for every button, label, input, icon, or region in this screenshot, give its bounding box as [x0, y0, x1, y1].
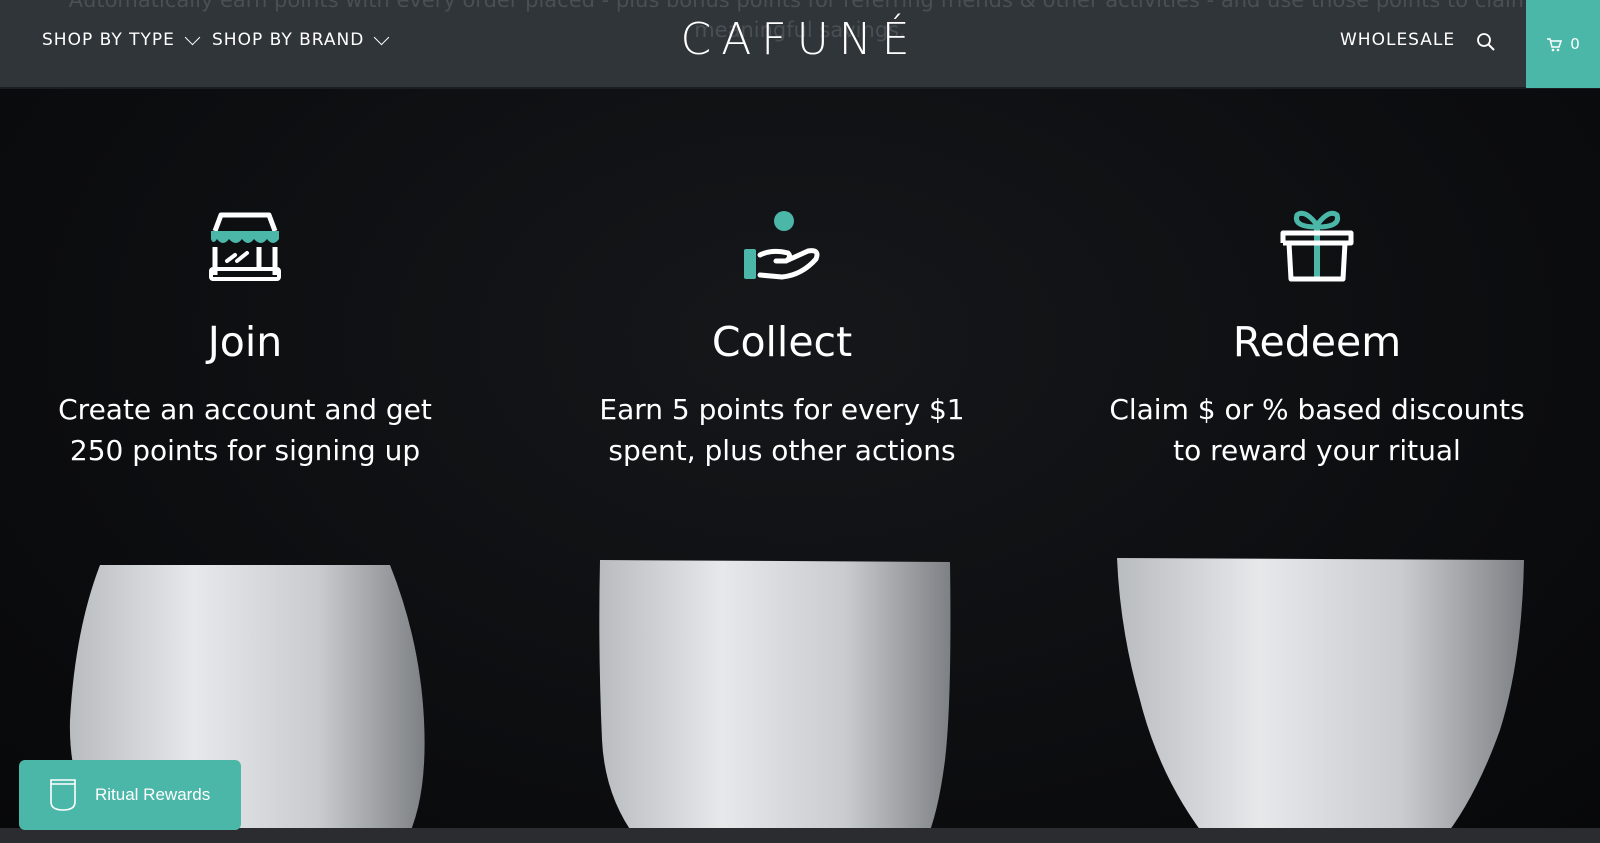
search-icon[interactable]: [1476, 32, 1496, 52]
logo-text: CAFUNÉ: [680, 14, 920, 65]
step-redeem: Redeem Claim $ or % based discounts to re…: [1057, 205, 1577, 471]
nav-wholesale[interactable]: WHOLESALE: [1340, 30, 1455, 50]
ritual-rewards-button[interactable]: Ritual Rewards: [19, 760, 241, 830]
ghost-intro-text: Automatically earn points with every ord…: [68, 0, 1532, 12]
hand-coin-icon: [744, 211, 820, 280]
rewards-label: Ritual Rewards: [95, 785, 211, 804]
step-title: Join: [207, 318, 283, 366]
cup-icon: [50, 779, 76, 811]
cup-right: [1117, 558, 1524, 843]
cup-middle: [599, 560, 951, 843]
step-join: Join Create an account and get 250 points…: [0, 205, 505, 471]
step-desc-line1: Claim $ or % based discounts: [1109, 393, 1525, 426]
step-desc-line2: spent, plus other actions: [608, 434, 956, 467]
step-desc-line1: Earn 5 points for every $1: [599, 393, 965, 426]
nav-label: WHOLESALE: [1340, 30, 1456, 50]
cart-icon: [1547, 37, 1563, 51]
step-desc-line1: Create an account and get: [58, 393, 432, 426]
storefront-icon: [209, 212, 281, 281]
site-header: Automatically earn points with every ord…: [0, 0, 1600, 89]
gift-icon: [1280, 210, 1354, 282]
step-title: Redeem: [1232, 318, 1402, 366]
cart-count: 0: [1570, 35, 1580, 53]
step-desc-line2: 250 points for signing up: [69, 434, 421, 467]
step-title: Collect: [711, 318, 853, 366]
floor: [0, 828, 1600, 843]
step-desc-line2: to reward your ritual: [1173, 434, 1461, 467]
step-collect: Collect Earn 5 points for every $1 spent,…: [522, 205, 1042, 471]
cart-button[interactable]: 0: [1526, 0, 1600, 88]
